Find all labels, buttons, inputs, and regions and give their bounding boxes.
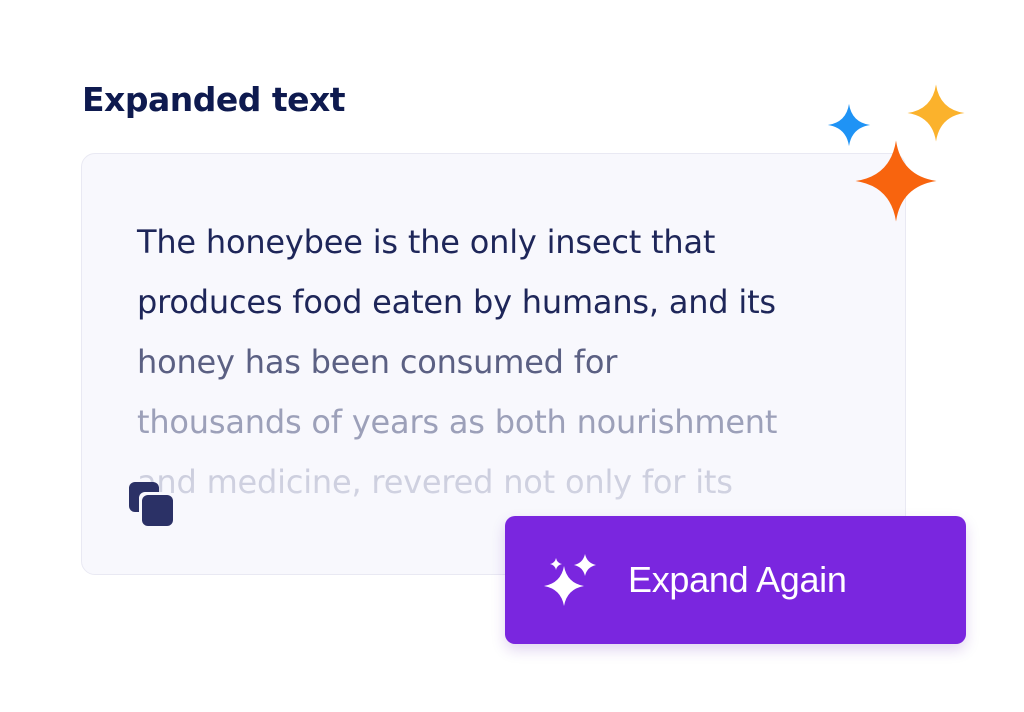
orange-sparkle-icon — [855, 140, 937, 222]
sparkles-icon — [542, 552, 598, 608]
text-line: and medicine, revered not only for its — [137, 463, 733, 501]
text-line: thousands of years as both nourishment — [137, 403, 778, 441]
text-line: The honeybee is the only insect that — [137, 223, 716, 261]
expanded-text-panel: Expanded text The honeybee is the only i… — [0, 0, 1024, 712]
section-title: Expanded text — [82, 80, 346, 119]
text-line: honey has been consumed for — [137, 343, 618, 381]
text-line: produces food eaten by humans, and its — [137, 283, 776, 321]
expanded-text-content: The honeybee is the only insect that pro… — [137, 212, 857, 512]
expand-again-label: Expand Again — [628, 559, 847, 600]
copy-icon[interactable] — [127, 480, 175, 528]
expanded-text-box: The honeybee is the only insect that pro… — [81, 153, 906, 575]
yellow-sparkle-icon — [907, 84, 965, 142]
expand-again-button[interactable]: Expand Again — [505, 516, 966, 644]
